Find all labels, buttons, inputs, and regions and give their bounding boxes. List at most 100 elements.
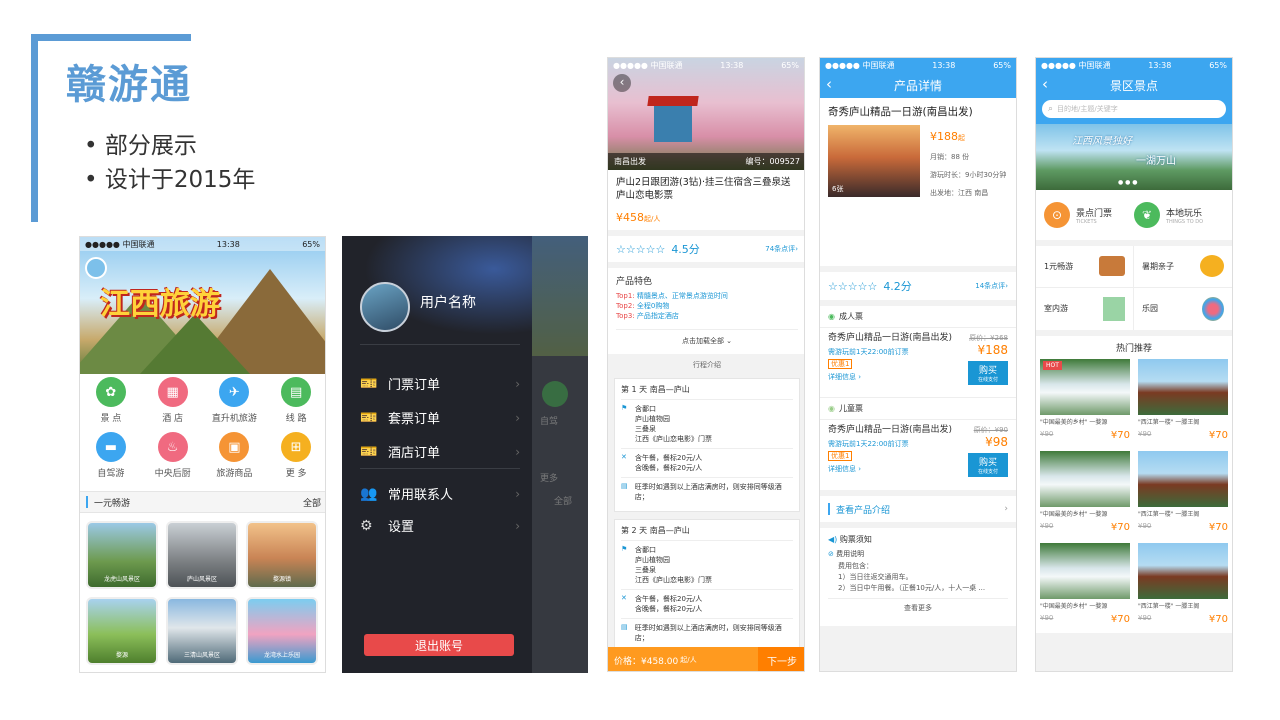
tile-item[interactable]: 暑期亲子 — [1134, 246, 1232, 288]
route-icon: ▤ — [281, 377, 312, 407]
thumb-item[interactable]: 龙虎山风景区 — [86, 521, 158, 589]
hot-item-image — [1138, 543, 1228, 599]
chevron-right-icon: › — [515, 410, 520, 425]
thumb-grid: 龙虎山风景区 庐山风景区 婺源镇 婺源 三清山风景区 龙湾水上乐园 — [86, 521, 318, 665]
back-button[interactable]: ‹ — [826, 77, 832, 92]
flag-icon: ⚑ — [621, 545, 628, 553]
rating-row[interactable]: ☆☆☆☆☆ 4.5分 74条点评 › — [608, 236, 804, 262]
feature-card: 产品特色 Top1: 精髓景点、正常景点游览时间 Top2: 全程0购物 Top… — [608, 268, 804, 354]
tile-item[interactable]: 乐园 — [1134, 288, 1232, 331]
cat-tickets[interactable]: ⊙ 景点门票 TICKETS — [1044, 202, 1134, 228]
grid-item-kitchen[interactable]: ♨ 中央后厨 — [142, 432, 204, 479]
star-rating-icon: ☆☆☆☆☆ — [616, 242, 666, 256]
hot-item[interactable]: "西江第一楼" 一滕王阁 ¥90 ¥70 — [1138, 359, 1228, 445]
user-avatar[interactable] — [360, 282, 410, 332]
menu-hotel-orders[interactable]: 🎫 酒店订单 › — [360, 442, 520, 462]
load-all-button[interactable]: 点击加载全部 ⌄ — [616, 329, 798, 346]
rating-row[interactable]: ☆☆☆☆☆ 4.2分 14条点评 › — [820, 272, 1016, 300]
menu-ticket-orders[interactable]: 🎫 门票订单 › — [360, 374, 520, 394]
thumb-item[interactable]: 庐山风景区 — [166, 521, 238, 589]
adult-icon: ◉ — [828, 312, 835, 321]
cat-local-fun[interactable]: ❦ 本地玩乐 THINGS TO DO — [1134, 202, 1224, 228]
thumb-item[interactable]: 婺源镇 — [246, 521, 318, 589]
menu-contacts[interactable]: 👥 常用联系人 › — [360, 484, 520, 504]
search-bar[interactable]: ⌕ 目的地/主题/关键字 — [1042, 100, 1226, 118]
buy-button[interactable]: 购买 在线支付 — [968, 453, 1008, 477]
detail-link[interactable]: 详细信息 › — [828, 464, 958, 474]
product-photo[interactable]: 6张 — [828, 125, 920, 197]
hot-item-caption: "西江第一楼" 一滕王阁 — [1138, 511, 1200, 518]
thumb-item[interactable]: 婺源 — [86, 597, 158, 665]
menu-settings[interactable]: ⚙ 设置 › — [360, 516, 520, 536]
helicopter-icon: ✈ — [219, 377, 250, 407]
kitchen-icon: ♨ — [157, 432, 188, 462]
chevron-right-icon: › — [515, 486, 520, 501]
ticket-row: 奇秀庐山精品一日游(南昌出发) 需游玩前1天22:00前订票 优惠1 详细信息 … — [820, 328, 1016, 398]
view-intro-row[interactable]: 查看产品介绍 › — [820, 496, 1016, 522]
search-input[interactable]: 目的地/主题/关键字 — [1057, 104, 1118, 114]
ticket-icon: 🎫 — [360, 375, 378, 392]
hot-item-old-price: ¥90 — [1138, 522, 1152, 530]
buy-button[interactable]: 购买 在线支付 — [968, 361, 1008, 385]
logout-button[interactable]: 退出账号 — [364, 634, 514, 656]
menu-package-orders[interactable]: 🎫 套票订单 › — [360, 408, 520, 428]
hot-item-price: ¥70 — [1208, 522, 1228, 533]
grid-item-scenic[interactable]: ✿ 景 点 — [80, 377, 142, 424]
meal-icon: ✕ — [621, 594, 627, 602]
section-more-link[interactable]: 全部 — [303, 496, 321, 509]
status-time: 13:38 — [216, 239, 240, 249]
thumb-item[interactable]: 龙湾水上乐园 — [246, 597, 318, 665]
bottom-bar: 价格：¥458.00 起/人 下一步 — [608, 647, 804, 671]
hot-item-old-price: ¥90 — [1040, 522, 1054, 530]
hot-item-old-price: ¥90 — [1040, 614, 1054, 622]
tile-item[interactable]: 1元畅游 — [1036, 246, 1134, 288]
next-button[interactable]: 下一步 — [758, 647, 804, 671]
hot-item[interactable]: "西江第一楼" 一滕王阁 ¥90 ¥70 — [1138, 451, 1228, 537]
grid-item-car[interactable]: ▬ 自驾游 — [80, 432, 142, 479]
page-title: 赣游通 — [66, 62, 192, 108]
child-icon: ◉ — [828, 404, 835, 413]
hot-section: 热门推荐 HOT "中国最美的乡村" 一婺源 ¥90 ¥70 "西江第一楼" 一滕王阁 ¥… — [1036, 336, 1232, 633]
view-more-button[interactable]: 查看更多 — [828, 598, 1008, 613]
hot-item[interactable]: "西江第一楼" 一滕王阁 ¥90 ¥70 — [1138, 543, 1228, 629]
scenic-icon: ✿ — [95, 377, 126, 407]
hot-item[interactable]: HOT "中国最美的乡村" 一婺源 ¥90 ¥70 — [1040, 359, 1130, 445]
username: 用户名称 — [420, 295, 476, 311]
grid-item-helicopter[interactable]: ✈ 直升机旅游 — [204, 377, 266, 424]
hot-item[interactable]: "中国最美的乡村" 一婺源 ¥90 ¥70 — [1040, 543, 1130, 629]
product-detail-screen: ●●●●● 中国联通 13:38 65% ‹ 产品详情 奇秀庐山精品一日游(南昌出发… — [819, 57, 1017, 672]
gear-icon: ⚙ — [360, 517, 373, 534]
grid-item-goods[interactable]: ▣ 旅游商品 — [204, 432, 266, 479]
hot-item-old-price: ¥90 — [1040, 430, 1054, 438]
hot-badge: HOT — [1043, 361, 1062, 370]
goods-icon: ▣ — [219, 432, 250, 462]
chevron-right-icon: › — [515, 444, 520, 459]
grid-item-route[interactable]: ▤ 线 路 — [265, 377, 325, 424]
grid-item-hotel[interactable]: ▦ 酒 店 — [142, 377, 204, 424]
hot-item-caption: "中国最美的乡村" 一婺源 — [1040, 603, 1108, 610]
back-button[interactable]: ‹ — [1042, 77, 1048, 92]
chevron-right-icon: › — [1004, 504, 1008, 514]
back-button[interactable]: ‹ — [613, 74, 631, 92]
tile-grid: 1元畅游 暑期亲子 室内游 乐园 — [1036, 246, 1232, 330]
leaf-icon: ❦ — [1134, 202, 1160, 228]
more-icon: ⊞ — [281, 432, 312, 462]
grid-item-more[interactable]: ⊞ 更 多 — [265, 432, 325, 479]
hot-item-image: HOT — [1040, 359, 1130, 415]
hot-item-image — [1040, 543, 1130, 599]
detail-link[interactable]: 详细信息 › — [828, 372, 958, 382]
hot-item[interactable]: "中国最美的乡村" 一婺源 ¥90 ¥70 — [1040, 451, 1130, 537]
ticket-illustration-icon — [1099, 256, 1125, 277]
scenic-banner[interactable]: 江西风景独好 一湖万山 ● ● ● — [1036, 124, 1232, 190]
itinerary-label: 行程介绍 — [693, 361, 721, 369]
hotel-order-icon: 🎫 — [360, 443, 378, 460]
thumb-item[interactable]: 三清山风景区 — [166, 597, 238, 665]
chevron-right-icon: › — [1005, 282, 1008, 290]
chevron-right-icon: › — [515, 376, 520, 391]
hot-item-price: ¥70 — [1110, 430, 1130, 441]
tour-price: ¥458 — [616, 211, 644, 224]
avatar[interactable] — [85, 257, 107, 279]
bullet-1: • 部分展示 — [84, 133, 197, 159]
tile-item[interactable]: 室内游 — [1036, 287, 1134, 330]
meal-icon: ✕ — [621, 453, 627, 461]
